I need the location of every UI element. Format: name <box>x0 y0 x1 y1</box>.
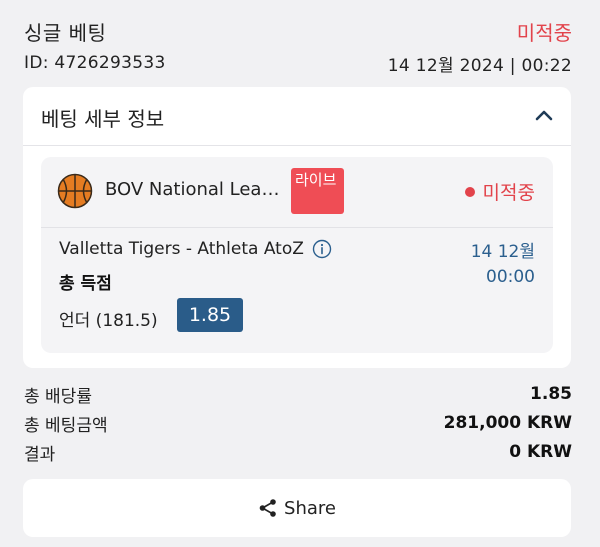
match-row: Valletta Tigers - Athleta AtoZ <box>59 239 332 259</box>
total-odds-label: 총 배당률 <box>24 386 92 407</box>
bet-details-header[interactable]: 베팅 세부 정보 <box>23 87 571 146</box>
bet-header: 싱글 베팅 미적중 <box>24 16 572 46</box>
summary-total-stake: 총 베팅금액 281,000 KRW <box>24 410 572 436</box>
league-name: BOV National Lea… <box>105 179 280 200</box>
result-value: 0 KRW <box>509 442 572 462</box>
match-time: 00:00 <box>486 267 535 287</box>
selection-status: 미적중 <box>464 178 535 205</box>
bet-selection-header: BOV National Lea… 라이브 미적중 <box>41 157 553 228</box>
share-label: Share <box>284 497 336 519</box>
total-stake-value: 281,000 KRW <box>443 413 572 433</box>
chevron-up-icon[interactable] <box>533 105 555 127</box>
match-date: 14 12월 <box>470 242 535 262</box>
bet-meta-row: ID: 4726293533 14 12월 2024 | 00:22 <box>24 50 572 76</box>
bet-selection-card: BOV National Lea… 라이브 미적중 Valletta Tiger… <box>41 157 553 353</box>
match-name: Valletta Tigers - Athleta AtoZ <box>59 239 304 259</box>
total-stake-label: 총 베팅금액 <box>24 415 108 436</box>
result-label: 결과 <box>24 444 56 465</box>
summary-total-odds: 총 배당률 1.85 <box>24 381 572 407</box>
bet-type-title: 싱글 베팅 <box>24 20 107 45</box>
market-name: 총 득점 <box>59 274 112 294</box>
share-button[interactable]: Share <box>23 479 571 537</box>
status-dot-icon <box>464 186 475 197</box>
summary-result: 결과 0 KRW <box>24 439 572 465</box>
share-icon <box>259 499 276 517</box>
live-badge: 라이브 <box>291 168 344 214</box>
total-odds-value: 1.85 <box>530 384 572 404</box>
bet-status-label: 미적중 <box>516 20 572 45</box>
bet-details-title: 베팅 세부 정보 <box>41 107 165 131</box>
selection-status-label: 미적중 <box>482 182 535 204</box>
odds-badge: 1.85 <box>177 298 243 332</box>
bet-details-panel: 베팅 세부 정보 BOV National Lea… 라이브 미적중 Valle… <box>23 87 571 368</box>
bet-datetime: 14 12월 2024 | 00:22 <box>387 55 572 76</box>
basketball-icon <box>57 173 93 209</box>
bet-id: ID: 4726293533 <box>24 53 166 73</box>
info-icon[interactable] <box>312 239 332 259</box>
selection-name: 언더 (181.5) <box>59 311 158 331</box>
